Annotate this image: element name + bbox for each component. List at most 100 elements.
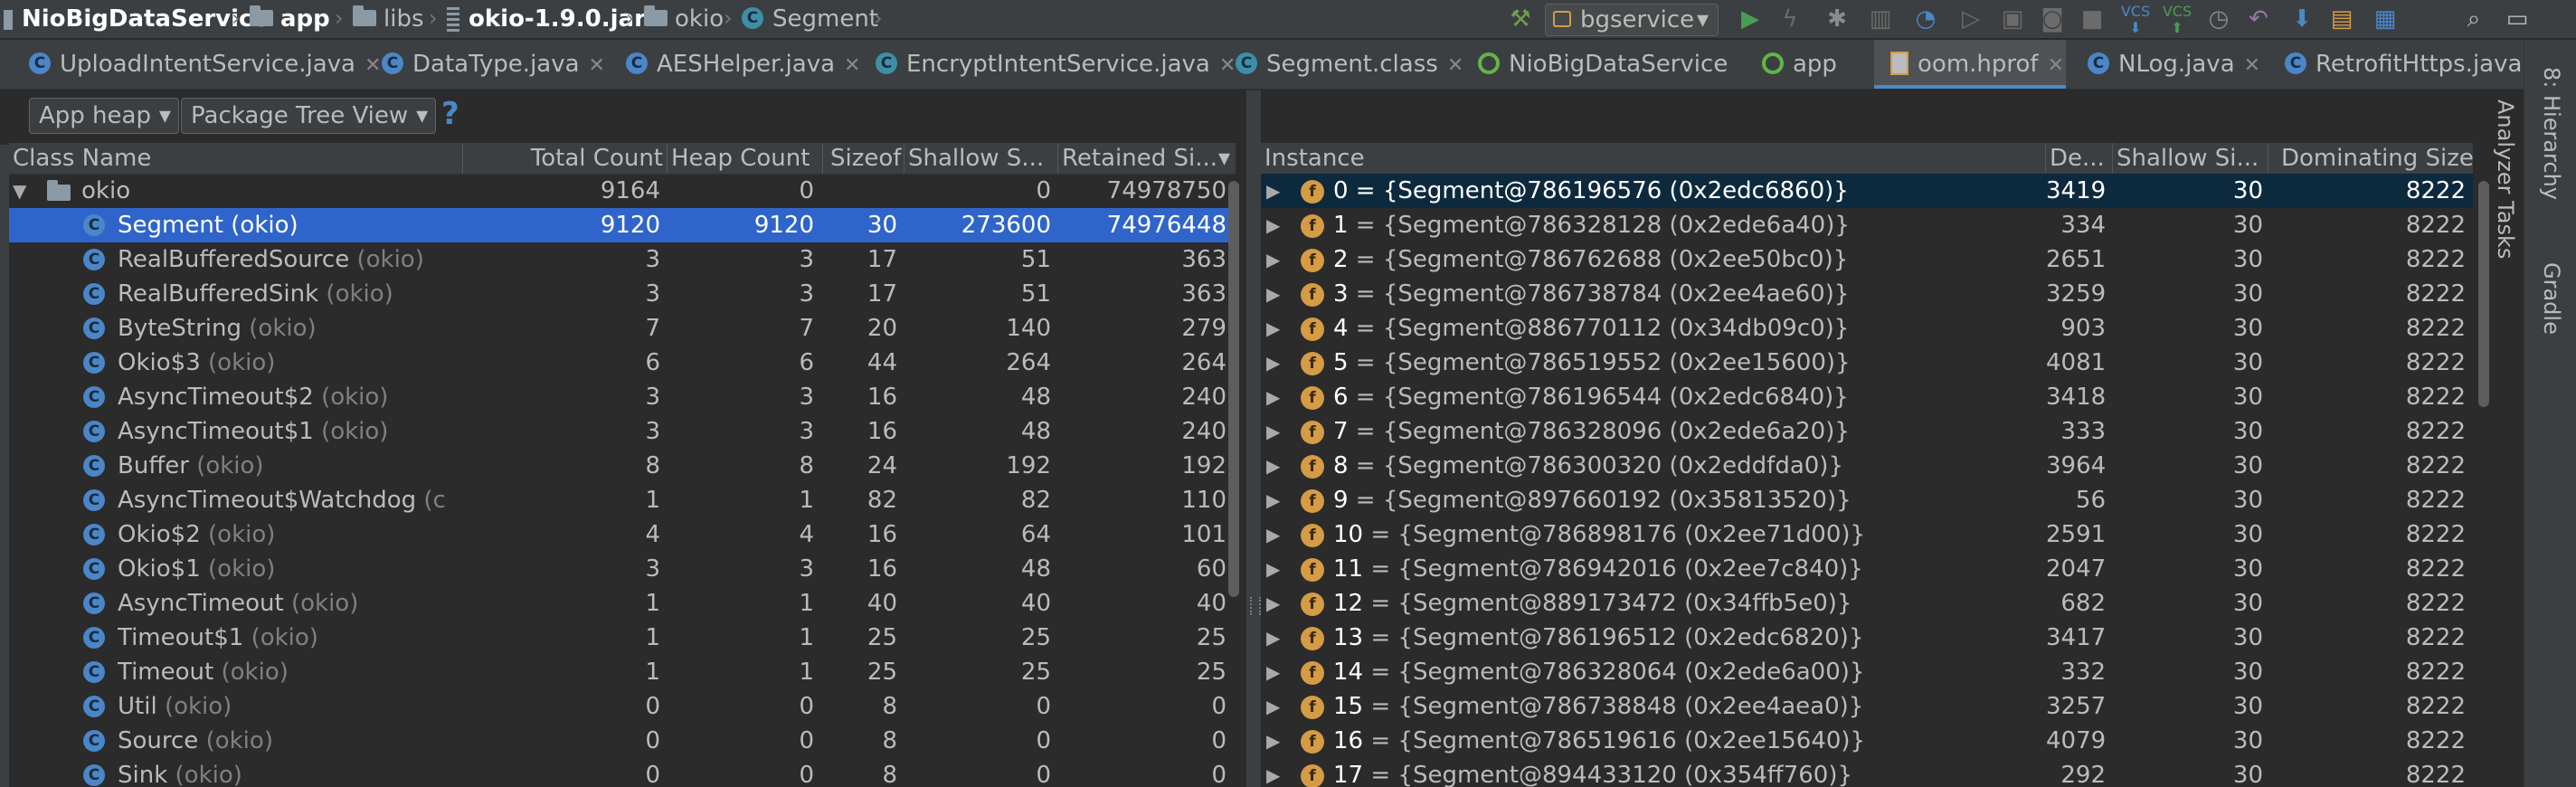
- instance-row[interactable]: ▶ f 9 = {Segment@897660192 (0x35813520)} 56…: [1261, 483, 2473, 517]
- class-row[interactable]: C Okio$1 (okio) 3 3 16 48 60: [9, 552, 1230, 586]
- class-row[interactable]: C Buffer (okio) 8 8 24 192 192: [9, 449, 1230, 483]
- class-row[interactable]: C Util (okio) 0 0 8 0 0: [9, 689, 1230, 724]
- tree-collapsed-icon[interactable]: ▶: [1266, 552, 1280, 586]
- tree-collapsed-icon[interactable]: ▶: [1266, 621, 1280, 655]
- tab-retrofit-https[interactable]: C RetrofitHttps.java: [2285, 40, 2524, 89]
- instance-row[interactable]: ▶ f 6 = {Segment@786196544 (0x2edc6840)} 34…: [1261, 380, 2473, 414]
- tree-collapsed-icon[interactable]: ▶: [1266, 174, 1280, 208]
- instance-row[interactable]: ▶ f 8 = {Segment@786300320 (0x2eddfda0)} 39…: [1261, 449, 2473, 483]
- attach-debugger-icon[interactable]: ▷: [1956, 4, 1986, 34]
- tab-app[interactable]: app: [1762, 40, 1880, 89]
- device-manager-icon[interactable]: ▤: [2326, 4, 2357, 34]
- tree-collapsed-icon[interactable]: ▶: [1266, 724, 1280, 758]
- class-row[interactable]: C Okio$2 (okio) 4 4 16 64 101: [9, 517, 1230, 552]
- tree-collapsed-icon[interactable]: ▶: [1266, 277, 1280, 311]
- column-header-shallow-size[interactable]: Shallow S...: [904, 143, 1058, 174]
- tree-expanded-icon[interactable]: ▼: [13, 174, 26, 208]
- debug-icon[interactable]: ✱: [1822, 4, 1852, 34]
- class-row[interactable]: C AsyncTimeout$1 (okio) 3 3 16 48 240: [9, 414, 1230, 449]
- class-row[interactable]: C Timeout (okio) 1 1 25 25 25: [9, 655, 1230, 689]
- tree-collapsed-icon[interactable]: ▶: [1266, 689, 1280, 724]
- tree-collapsed-icon[interactable]: ▶: [1266, 758, 1280, 787]
- tree-collapsed-icon[interactable]: ▶: [1266, 208, 1280, 242]
- gradle-tool-button[interactable]: Gradle: [2539, 262, 2564, 335]
- breadcrumb-package[interactable]: okio: [644, 0, 724, 38]
- tree-collapsed-icon[interactable]: ▶: [1266, 414, 1280, 449]
- instance-row[interactable]: ▶ f 5 = {Segment@786519552 (0x2ee15600)} 40…: [1261, 346, 2473, 380]
- instance-row[interactable]: ▶ f 13 = {Segment@786196512 (0x2edc6820)} 3…: [1261, 621, 2473, 655]
- apply-changes-icon[interactable]: ϟ: [1775, 4, 1805, 34]
- tree-collapsed-icon[interactable]: ▶: [1266, 311, 1280, 346]
- instance-row[interactable]: ▶ f 4 = {Segment@886770112 (0x34db09c0)} 90…: [1261, 311, 2473, 346]
- tree-collapsed-icon[interactable]: ▶: [1266, 242, 1280, 277]
- class-row[interactable]: C AsyncTimeout$2 (okio) 3 3 16 48 240: [9, 380, 1230, 414]
- tab-upload-intent-service[interactable]: C UploadIntentService.java ✕: [29, 40, 381, 89]
- history-icon[interactable]: ◷: [2203, 4, 2234, 34]
- analyzer-tasks-tool-button[interactable]: Analyzer Tasks: [2493, 100, 2518, 259]
- column-header-instance[interactable]: Instance: [1261, 143, 2046, 174]
- layout-icon[interactable]: ▭: [2502, 4, 2533, 34]
- close-icon[interactable]: ✕: [844, 54, 860, 77]
- instance-row[interactable]: ▶ f 12 = {Segment@889173472 (0x34ffb5e0)} 6…: [1261, 586, 2473, 621]
- class-row[interactable]: C ByteString (okio) 7 7 20 140 279: [9, 311, 1230, 346]
- profile-icon[interactable]: ◔: [1910, 4, 1941, 34]
- tab-nlog[interactable]: C NLog.java ✕: [2088, 40, 2278, 89]
- column-header-depth[interactable]: De...: [2046, 143, 2113, 174]
- close-icon[interactable]: ✕: [1447, 54, 1463, 77]
- run-icon[interactable]: ▶: [1735, 4, 1766, 34]
- sync-icon[interactable]: ◙: [2037, 4, 2068, 34]
- package-row[interactable]: ▼ okio 9164 0 0 74978750: [9, 174, 1230, 208]
- tree-collapsed-icon[interactable]: ▶: [1266, 449, 1280, 483]
- tab-aes-helper[interactable]: C AESHelper.java ✕: [626, 40, 860, 89]
- tree-collapsed-icon[interactable]: ▶: [1266, 655, 1280, 689]
- sdk-manager-icon[interactable]: ▦: [2370, 4, 2401, 34]
- column-header-shallow-size[interactable]: Shallow Si...: [2113, 143, 2268, 174]
- tree-collapsed-icon[interactable]: ▶: [1266, 346, 1280, 380]
- class-row[interactable]: C Okio$3 (okio) 6 6 44 264 264: [9, 346, 1230, 380]
- tab-nio-big-data-service[interactable]: NioBigDataService: [1478, 40, 1749, 89]
- coverage-icon[interactable]: ▥: [1865, 4, 1896, 34]
- close-icon[interactable]: ✕: [2244, 54, 2260, 77]
- tree-collapsed-icon[interactable]: ▶: [1266, 517, 1280, 552]
- tree-collapsed-icon[interactable]: ▶: [1266, 380, 1280, 414]
- instance-table-scrollbar[interactable]: [2478, 181, 2489, 407]
- class-row[interactable]: C RealBufferedSink (okio) 3 3 17 51 363: [9, 277, 1230, 311]
- instance-row[interactable]: ▶ f 0 = {Segment@786196576 (0x2edc6860)} 34…: [1261, 174, 2473, 208]
- instance-row[interactable]: ▶ f 7 = {Segment@786328096 (0x2ede6a20)} 33…: [1261, 414, 2473, 449]
- vcs-update-icon[interactable]: VCS ⬇: [2120, 4, 2151, 36]
- search-icon[interactable]: ⌕: [2458, 4, 2489, 34]
- revert-icon[interactable]: ↶: [2243, 4, 2274, 34]
- instance-row[interactable]: ▶ f 2 = {Segment@786762688 (0x2ee50bc0)} 26…: [1261, 242, 2473, 277]
- panel-splitter[interactable]: [1246, 90, 1261, 787]
- instance-row[interactable]: ▶ f 1 = {Segment@786328128 (0x2ede6a40)} 33…: [1261, 208, 2473, 242]
- tab-segment-class[interactable]: C Segment.class ✕: [1236, 40, 1463, 89]
- instance-row[interactable]: ▶ f 15 = {Segment@786738848 (0x2ee4aea0)} 3…: [1261, 689, 2473, 724]
- column-header-class-name[interactable]: Class Name: [9, 143, 463, 174]
- column-header-total-count[interactable]: Total Count: [463, 143, 668, 174]
- close-icon[interactable]: ✕: [589, 54, 605, 77]
- breadcrumb-app[interactable]: app: [250, 0, 330, 38]
- class-row[interactable]: C AsyncTimeout (okio) 1 1 40 40 40: [9, 586, 1230, 621]
- tab-data-type[interactable]: C DataType.java ✕: [382, 40, 605, 89]
- tree-collapsed-icon[interactable]: ▶: [1266, 483, 1280, 517]
- breadcrumb-class[interactable]: C Segment: [742, 0, 878, 38]
- class-row[interactable]: C Source (okio) 0 0 8 0 0: [9, 724, 1230, 758]
- close-icon[interactable]: ✕: [365, 54, 381, 77]
- instance-row[interactable]: ▶ f 10 = {Segment@786898176 (0x2ee71d00)} 2…: [1261, 517, 2473, 552]
- build-hammer-icon[interactable]: ⚒: [1505, 4, 1536, 34]
- class-row[interactable]: C Segment (okio) 9120 9120 30 273600 74976448: [9, 208, 1230, 242]
- run-configuration-select[interactable]: bgservice ▾: [1545, 4, 1719, 36]
- column-header-dominating-size[interactable]: Dominating Size: [2268, 143, 2473, 174]
- column-header-heap-count[interactable]: Heap Count: [668, 143, 823, 174]
- column-header-sizeof[interactable]: Sizeof: [823, 143, 904, 174]
- class-row[interactable]: C Timeout$1 (okio) 1 1 25 25 25: [9, 621, 1230, 655]
- breadcrumb-project[interactable]: NioBigDataService: [4, 0, 269, 38]
- tab-encrypt-intent-service[interactable]: C EncryptIntentService.java ✕: [876, 40, 1236, 89]
- class-row[interactable]: C AsyncTimeout$Watchdog (c 1 1 82 82 110: [9, 483, 1230, 517]
- class-table-scrollbar[interactable]: [1228, 181, 1239, 597]
- tab-oom-hprof[interactable]: oom.hprof ✕: [1874, 40, 2066, 89]
- class-row[interactable]: C Sink (okio) 0 0 8 0 0: [9, 758, 1230, 787]
- instance-row[interactable]: ▶ f 3 = {Segment@786738784 (0x2ee4ae60)} 32…: [1261, 277, 2473, 311]
- class-row[interactable]: C RealBufferedSource (okio) 3 3 17 51 363: [9, 242, 1230, 277]
- instance-row[interactable]: ▶ f 16 = {Segment@786519616 (0x2ee15640)} 4…: [1261, 724, 2473, 758]
